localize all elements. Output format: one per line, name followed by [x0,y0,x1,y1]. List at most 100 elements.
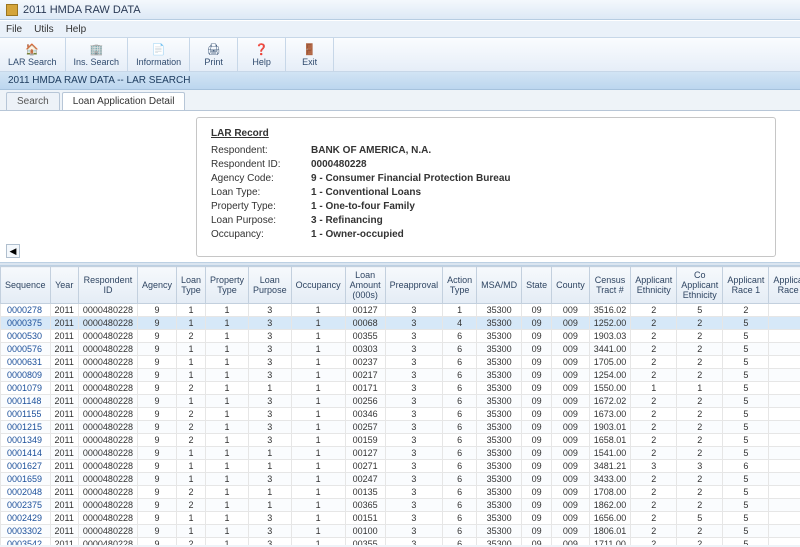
cell: 0000480228 [78,538,137,546]
toolbar-informationbutton[interactable]: 📄Information [128,38,190,71]
cell: 2011 [50,538,78,546]
cell: 9 [137,343,176,356]
cell: 1903.01 [589,421,631,434]
lar-field: Loan Type:1 - Conventional Loans [211,187,761,198]
col-header[interactable]: County [552,267,590,304]
col-header[interactable]: Loan Purpose [249,267,292,304]
collapse-left-icon[interactable]: ◀ [6,244,20,258]
cell: 0000631 [1,356,51,369]
col-header[interactable]: Year [50,267,78,304]
table-row[interactable]: 0000631201100004802289113100237363530009… [1,356,800,369]
cell: 1 [206,447,249,460]
col-header[interactable]: Census Tract # [589,267,631,304]
table-row[interactable]: 0000576201100004802289113100303363530009… [1,343,800,356]
cell: 1673.00 [589,408,631,421]
cell: 2 [631,395,677,408]
cell: 2 [177,434,206,447]
toolbar-ins-searchbutton[interactable]: 🏢Ins. Search [66,38,129,71]
table-row[interactable]: 0001079201100004802289211100171363530009… [1,382,800,395]
lar-field-value: 9 - Consumer Financial Protection Bureau [311,173,510,184]
cell: 2 [677,408,723,421]
tab-loan-application-detail[interactable]: Loan Application Detail [62,92,186,110]
table-row[interactable]: 0003542201100004802289213100355363530009… [1,538,800,546]
table-row[interactable]: 0001659201100004802289113100247363530009… [1,473,800,486]
menu-help[interactable]: Help [66,24,87,35]
table-row[interactable]: 0003302201100004802289113100100363530009… [1,525,800,538]
table-row[interactable]: 0001215201100004802289213100257363530009… [1,421,800,434]
cell: 0001155 [1,408,51,421]
col-header[interactable]: Loan Type [177,267,206,304]
toolbar-lar-searchbutton[interactable]: 🏠LAR Search [0,38,66,71]
col-header[interactable]: Applicant Race 2 [769,267,800,304]
cell: 009 [552,499,590,512]
cell: 09 [522,343,552,356]
table-row[interactable]: 0001349201100004802289213100159363530009… [1,434,800,447]
cell: 2 [631,434,677,447]
window-title: 2011 HMDA RAW DATA [23,0,141,20]
toolbar-label: Help [252,57,271,67]
toolbar-exitbutton[interactable]: 🚪Exit [286,38,334,71]
table-row[interactable]: 0001155201100004802289213100346363530009… [1,408,800,421]
cell: 3 [385,304,443,317]
col-header[interactable]: Property Type [206,267,249,304]
col-header[interactable]: Applicant Race 1 [723,267,769,304]
table-row[interactable]: 0002375201100004802289211100365363530009… [1,499,800,512]
cell: 0000480228 [78,304,137,317]
cell: 9 [137,317,176,330]
cell: 00346 [345,408,385,421]
cell: 6 [443,473,477,486]
table-row[interactable]: 0001414201100004802289111100127363530009… [1,447,800,460]
cell: 0001414 [1,447,51,460]
col-header[interactable]: Occupancy [291,267,345,304]
cell: 9 [137,356,176,369]
table-row[interactable]: 0000530201100004802289213100355363530009… [1,330,800,343]
col-header[interactable]: Agency [137,267,176,304]
toolbar-helpbutton[interactable]: ❓Help [238,38,286,71]
cell: 0000480228 [78,447,137,460]
col-header[interactable]: Sequence [1,267,51,304]
cell: 9 [137,408,176,421]
table-row[interactable]: 0001148201100004802289113100256363530009… [1,395,800,408]
cell: 35300 [477,473,522,486]
table-row[interactable]: 0001627201100004802289111100271363530009… [1,460,800,473]
cell: 3 [385,317,443,330]
menu-bar: File Utils Help [0,20,800,38]
cell: 6 [443,395,477,408]
cell: 9 [137,369,176,382]
table-row[interactable]: 0002429201100004802289113100151363530009… [1,512,800,525]
cell: 6 [443,447,477,460]
tab-search[interactable]: Search [6,92,60,110]
cell: 35300 [477,343,522,356]
col-header[interactable]: Respondent ID [78,267,137,304]
cell: 1 [631,382,677,395]
cell: 35300 [477,317,522,330]
cell [769,408,800,421]
cell: 4 [443,317,477,330]
cell: 1862.00 [589,499,631,512]
col-header[interactable]: Loan Amount (000s) [345,267,385,304]
cell: 009 [552,304,590,317]
table-row[interactable]: 0000375201100004802289113100068343530009… [1,317,800,330]
cell: 3 [249,356,292,369]
col-header[interactable]: State [522,267,552,304]
table-row[interactable]: 0000809201100004802289113100217363530009… [1,369,800,382]
data-grid[interactable]: SequenceYearRespondent IDAgencyLoan Type… [0,266,800,545]
col-header[interactable]: Preapproval [385,267,443,304]
col-header[interactable]: Action Type [443,267,477,304]
cell: 1 [177,473,206,486]
menu-utils[interactable]: Utils [34,24,53,35]
menu-file[interactable]: File [6,24,22,35]
cell: 00271 [345,460,385,473]
col-header[interactable]: MSA/MD [477,267,522,304]
cell: 00100 [345,525,385,538]
col-header[interactable]: Applicant Ethnicity [631,267,677,304]
cell: 00303 [345,343,385,356]
toolbar-printbutton[interactable]: 🖨Print [190,38,238,71]
cell [769,499,800,512]
lar-record-box: LAR Record Respondent:BANK OF AMERICA, N… [196,117,776,257]
table-row[interactable]: 0002048201100004802289211100135363530009… [1,486,800,499]
cell: 2011 [50,434,78,447]
col-header[interactable]: Co Applicant Ethnicity [677,267,723,304]
cell: 35300 [477,330,522,343]
table-row[interactable]: 0000278201100004802289113100127313530009… [1,304,800,317]
